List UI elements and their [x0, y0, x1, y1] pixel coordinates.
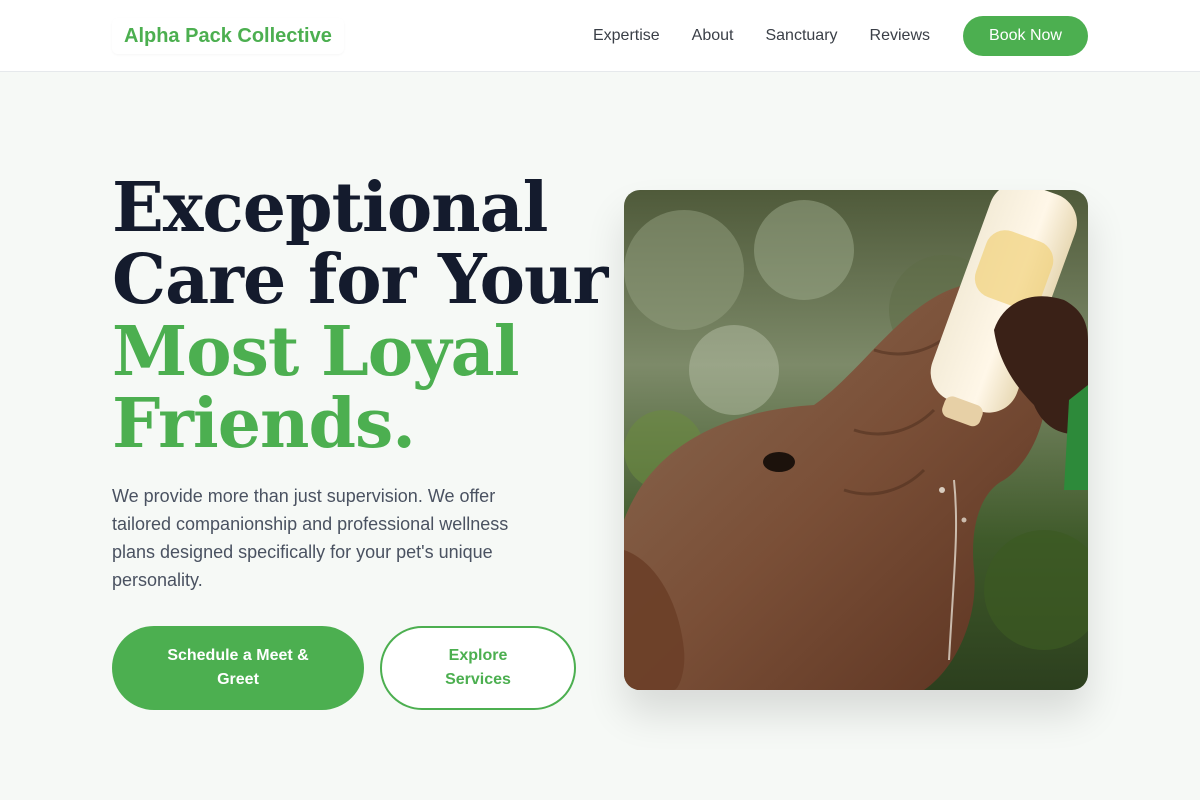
nav-menu: Expertise About Sanctuary Reviews: [593, 0, 930, 72]
top-navbar: Alpha Pack Collective Expertise About Sa…: [0, 0, 1200, 72]
hero-title-line: Exceptional: [112, 168, 549, 248]
elephant-feeding-illustration: [624, 190, 1088, 690]
brand-logo[interactable]: Alpha Pack Collective: [112, 18, 344, 54]
schedule-meet-greet-button[interactable]: Schedule a Meet & Greet: [112, 626, 364, 710]
nav-link-about[interactable]: About: [692, 27, 734, 45]
book-now-button[interactable]: Book Now: [963, 16, 1088, 56]
nav-link-reviews[interactable]: Reviews: [870, 27, 930, 45]
explore-services-button[interactable]: Explore Services: [380, 626, 576, 710]
hero-title-line: Care for Your: [112, 240, 608, 320]
hero-image-elephant: [624, 190, 1088, 690]
nav-link-expertise[interactable]: Expertise: [593, 27, 660, 45]
hero-title-highlight: Friends.: [112, 384, 416, 464]
hero-title: Exceptional Care for Your Most Loyal Fri…: [112, 168, 608, 464]
nav-link-sanctuary[interactable]: Sanctuary: [765, 27, 837, 45]
hero-title-highlight: Most Loyal: [112, 312, 520, 392]
hero-subtitle: We provide more than just supervision. W…: [112, 486, 509, 590]
